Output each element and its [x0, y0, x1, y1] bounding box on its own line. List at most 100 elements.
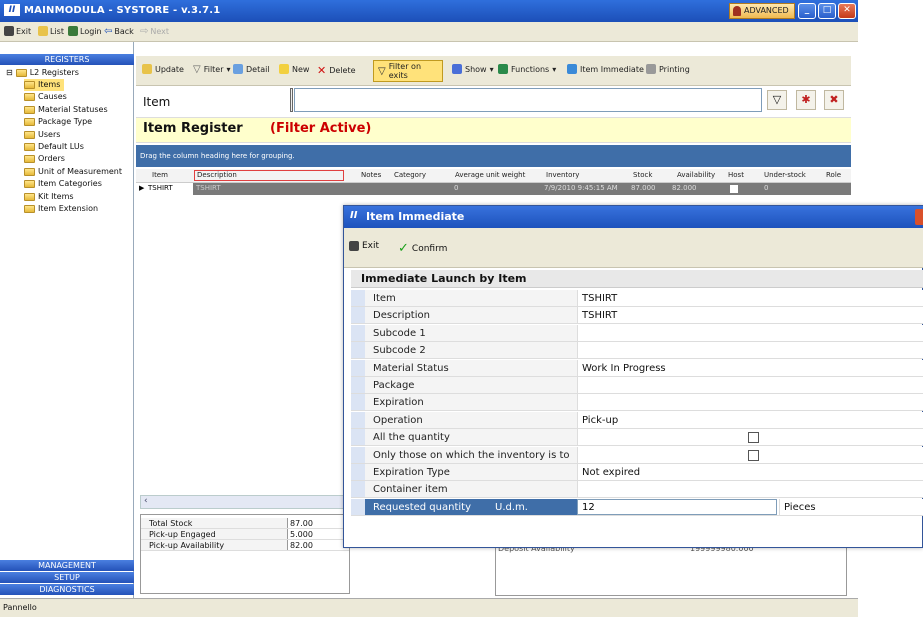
- search-splitter[interactable]: [290, 88, 293, 112]
- cell-description: TSHIRT: [196, 184, 221, 192]
- col-description[interactable]: Description: [194, 170, 344, 181]
- sidebar-item-causes[interactable]: Causes: [24, 91, 71, 103]
- col-average-unit-weight[interactable]: Average unit weight: [455, 171, 525, 179]
- update-button[interactable]: Update: [142, 64, 184, 74]
- property-value[interactable]: TSHIRT: [577, 307, 923, 324]
- property-value[interactable]: [577, 342, 923, 359]
- sidebar-item-default-lus[interactable]: Default LUs: [24, 141, 88, 153]
- sidebar-item-users[interactable]: Users: [24, 129, 64, 141]
- nav-diagnostics-header[interactable]: DIAGNOSTICS: [0, 584, 134, 595]
- back-button[interactable]: ⇦ Back: [104, 26, 134, 37]
- requested-quantity-input[interactable]: [577, 499, 777, 515]
- col-item[interactable]: Item: [152, 171, 168, 179]
- new-button[interactable]: New: [279, 64, 309, 74]
- totals-panel: Total Stock 87.00 Pick-up Engaged 5.000 Pi…: [140, 514, 350, 594]
- close-button[interactable]: ✕: [838, 3, 856, 19]
- col-category[interactable]: Category: [394, 171, 426, 179]
- table-row[interactable]: TSHIRT 0 7/9/2010 9:45:15 AM 87.000 82.0…: [136, 183, 851, 195]
- dialog-title: Item Immediate: [366, 210, 465, 223]
- requested-quantity-row: Requested quantityU.d.m. Pieces: [351, 499, 923, 516]
- tree-root-l2-registers[interactable]: ⊟ L2 Registers: [6, 67, 83, 79]
- sidebar-item-label: Package Type: [38, 117, 93, 127]
- dialog-confirm-button[interactable]: ✓ Confirm: [398, 241, 447, 256]
- dialog-title-bar[interactable]: II Item Immediate: [344, 206, 923, 228]
- col-availability[interactable]: Availability: [677, 171, 715, 179]
- maximize-button[interactable]: □: [818, 3, 836, 19]
- next-button[interactable]: ⇨ Next: [140, 26, 169, 37]
- sidebar-item-items[interactable]: Items: [24, 79, 65, 91]
- col-host[interactable]: Host: [728, 171, 744, 179]
- printer-icon: [646, 64, 656, 74]
- col-notes[interactable]: Notes: [361, 171, 381, 179]
- property-checkbox[interactable]: [748, 432, 759, 444]
- show-icon: [452, 64, 462, 74]
- search-input[interactable]: [294, 88, 762, 112]
- show-button[interactable]: Show ▾: [452, 64, 494, 74]
- unit-of-measure-value[interactable]: Pieces: [779, 499, 923, 515]
- property-label: Material Status: [365, 359, 577, 376]
- sidebar-item-package-type[interactable]: Package Type: [24, 116, 96, 128]
- apply-filter-button[interactable]: ▽: [767, 90, 787, 110]
- item-immediate-icon: [567, 64, 577, 74]
- nav-management-header[interactable]: MANAGEMENT: [0, 560, 134, 571]
- property-row-container-item: Container item: [351, 481, 923, 499]
- property-value[interactable]: [577, 446, 923, 463]
- sidebar-item-kit-items[interactable]: Kit Items: [24, 191, 78, 203]
- dialog-close-icon[interactable]: [915, 209, 923, 225]
- title-bar: II MAINMODULA - SYSTORE - v.3.7.1 ADVANC…: [0, 0, 858, 22]
- pickup-engaged-row: Pick-up Engaged 5.000: [141, 529, 349, 540]
- total-stock-row: Total Stock 87.00: [141, 518, 349, 529]
- property-value[interactable]: [577, 429, 923, 446]
- functions-button[interactable]: Functions ▾: [498, 64, 556, 74]
- horizontal-scrollbar[interactable]: ‹: [140, 495, 345, 509]
- sidebar-item-orders[interactable]: Orders: [24, 153, 69, 165]
- sidebar-item-item-extension[interactable]: Item Extension: [24, 203, 102, 215]
- item-immediate-dialog: II Item Immediate Exit ✓ Confirm Immediat…: [343, 205, 923, 548]
- property-value[interactable]: Not expired: [577, 464, 923, 480]
- exit-button[interactable]: Exit: [4, 26, 31, 36]
- advanced-user-badge[interactable]: ADVANCED: [729, 3, 795, 19]
- search-label: Item: [143, 95, 171, 109]
- folder-icon: [24, 143, 35, 151]
- nav-setup-header[interactable]: SETUP: [0, 572, 134, 583]
- property-value[interactable]: [577, 481, 923, 498]
- register-toolbar: Update ▽ Filter ▾ Detail New ✕ Delete ▽ Filt…: [136, 56, 851, 86]
- sidebar-item-material-statuses[interactable]: Material Statuses: [24, 104, 112, 116]
- row-pointer-icon: ▶: [139, 184, 145, 192]
- property-value[interactable]: [577, 377, 923, 393]
- filter-active-indicator: (Filter Active): [270, 121, 372, 136]
- property-row-only-those-on-which-the-inventory-is-to: Only those on which the inventory is to: [351, 446, 923, 464]
- col-inventory[interactable]: Inventory: [546, 171, 579, 179]
- list-button[interactable]: List: [38, 26, 64, 36]
- item-immediate-button[interactable]: Item Immediate: [567, 64, 644, 74]
- detail-button[interactable]: Detail: [233, 64, 270, 74]
- property-value[interactable]: Pick-up: [577, 411, 923, 428]
- col-stock[interactable]: Stock: [633, 171, 652, 179]
- folder-icon: [15, 69, 27, 77]
- remove-filter-button[interactable]: ✖: [824, 90, 844, 110]
- minimize-button[interactable]: _: [798, 3, 816, 19]
- property-checkbox[interactable]: [748, 449, 759, 461]
- property-value[interactable]: Work In Progress: [577, 359, 923, 376]
- clear-filter-button[interactable]: ✱: [796, 90, 816, 110]
- nav-registers-header[interactable]: REGISTERS: [0, 54, 134, 65]
- col-role[interactable]: Role: [826, 171, 841, 179]
- sidebar-item-unit-of-measurement[interactable]: Unit of Measurement: [24, 166, 126, 178]
- col-under-stock[interactable]: Under-stock: [764, 171, 806, 179]
- delete-button[interactable]: ✕ Delete: [317, 64, 356, 77]
- checkmark-icon: ✓: [398, 241, 409, 256]
- row-item-cell[interactable]: ▶ TSHIRT: [136, 183, 193, 195]
- filter-button[interactable]: ▽ Filter ▾: [193, 64, 231, 75]
- cell-host-checkbox[interactable]: [730, 185, 738, 193]
- filter-on-exits-button[interactable]: ▽ Filter on exits: [373, 60, 443, 82]
- grouping-bar[interactable]: Drag the column heading here for groupin…: [136, 145, 851, 167]
- login-button[interactable]: Login: [68, 26, 102, 36]
- property-value[interactable]: [577, 324, 923, 341]
- property-value[interactable]: [577, 394, 923, 411]
- printing-button[interactable]: Printing: [646, 64, 690, 74]
- sidebar-item-item-categories[interactable]: Item Categories: [24, 178, 106, 190]
- dialog-exit-button[interactable]: Exit: [349, 241, 379, 251]
- app-logo-icon: II: [350, 210, 358, 221]
- sidebar-item-label: Item Categories: [38, 179, 102, 189]
- property-value[interactable]: TSHIRT: [577, 290, 923, 306]
